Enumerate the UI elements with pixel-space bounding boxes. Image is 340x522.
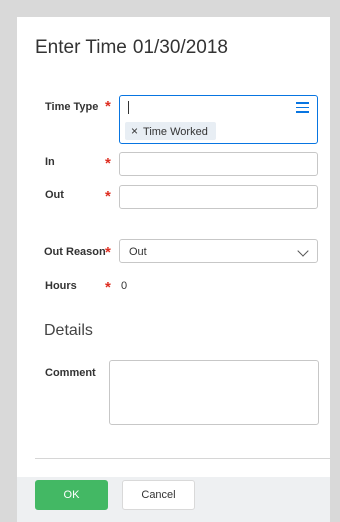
out-reason-select[interactable]: Out <box>119 239 318 263</box>
in-time-input[interactable] <box>119 152 318 176</box>
comment-label: Comment <box>45 367 96 379</box>
out-reason-value: Out <box>129 246 147 258</box>
comment-textarea[interactable] <box>109 360 319 425</box>
time-type-input[interactable]: × Time Worked <box>119 95 318 144</box>
details-heading: Details <box>44 322 93 339</box>
dialog-footer: OK Cancel <box>17 477 330 522</box>
remove-pill-icon[interactable]: × <box>131 124 138 138</box>
hours-label: Hours <box>45 280 77 292</box>
text-cursor <box>128 101 129 114</box>
enter-time-dialog: Enter Time 01/30/2018 Time Type * × Time W… <box>17 17 330 522</box>
cancel-button[interactable]: Cancel <box>122 480 195 510</box>
pill-label: Time Worked <box>143 126 208 138</box>
in-label: In <box>45 156 55 168</box>
time-type-selected-pill: × Time Worked <box>125 122 216 140</box>
in-required-marker: * <box>105 155 111 172</box>
out-required-marker: * <box>105 188 111 205</box>
dialog-date: 01/30/2018 <box>132 37 228 58</box>
dialog-title-text: Enter Time <box>35 37 127 58</box>
chevron-down-icon[interactable] <box>297 245 309 257</box>
footer-divider <box>35 458 330 459</box>
time-type-required-marker: * <box>105 98 111 115</box>
hours-value: 0 <box>121 280 128 292</box>
dialog-title: Enter Time 01/30/2018 <box>35 37 228 59</box>
hours-required-marker: * <box>105 279 111 296</box>
out-reason-required-marker: * <box>105 244 111 261</box>
out-label: Out <box>45 189 64 201</box>
time-type-label: Time Type <box>45 101 99 113</box>
out-reason-label: Out Reason <box>44 246 106 258</box>
out-time-input[interactable] <box>119 185 318 209</box>
ok-button[interactable]: OK <box>35 480 108 510</box>
list-icon[interactable] <box>296 102 309 113</box>
